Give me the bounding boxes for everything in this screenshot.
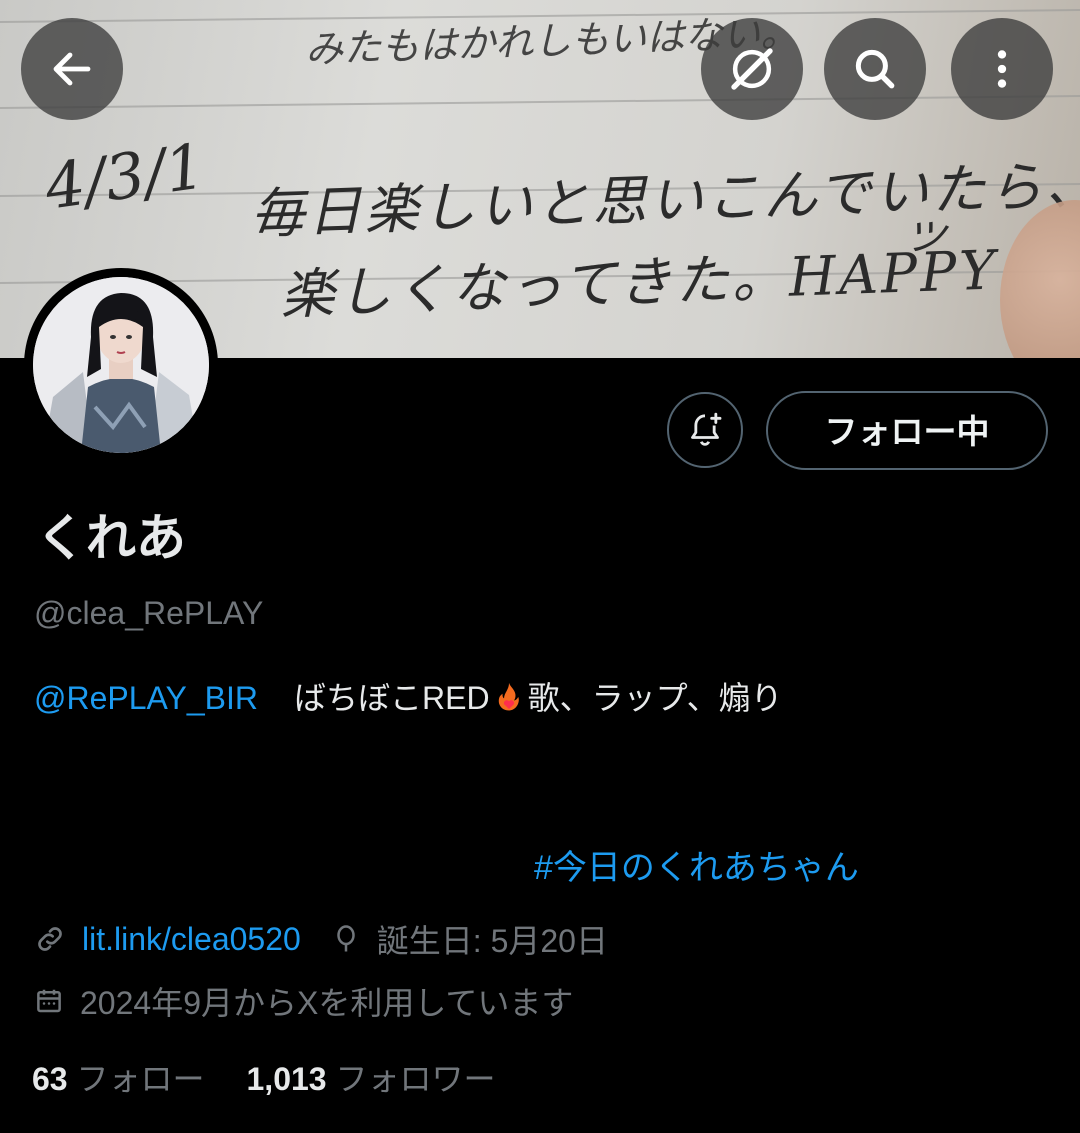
- following-label: フォロー: [76, 1061, 205, 1097]
- back-button[interactable]: [21, 18, 123, 120]
- search-icon: [855, 49, 895, 89]
- following-count: 63: [32, 1061, 68, 1097]
- balloon-icon: [337, 925, 355, 952]
- search-button[interactable]: [824, 18, 926, 120]
- bio: @RePLAY_BIR ばちぼこRED 歌、ラップ、煽り: [34, 673, 783, 719]
- profile-avatar[interactable]: [24, 268, 218, 462]
- joined-date-text: 2024年9月からXを利用しています: [80, 985, 574, 1021]
- bell-plus-icon: [691, 412, 722, 446]
- display-name: くれあ: [36, 509, 186, 567]
- grok-button[interactable]: [701, 18, 803, 120]
- username-handle: @clea_RePLAY: [34, 595, 264, 631]
- follow-stats: 63 フォロー 1,013 フォロワー: [32, 1054, 495, 1100]
- more-vertical-icon: [997, 50, 1007, 88]
- followers-label: フォロワー: [335, 1061, 496, 1097]
- birthday-text: 誕生日: 5月20日: [376, 923, 608, 959]
- bio-mention-link[interactable]: @RePLAY_BIR: [34, 680, 258, 716]
- avatar-image: [33, 277, 209, 453]
- fire-heart-icon: [498, 682, 519, 711]
- link-icon: [38, 927, 62, 951]
- profile-meta-row: lit.link/clea0520 誕生日: 5月20日: [34, 916, 608, 962]
- bio-text: 歌、ラップ、煽り: [527, 680, 783, 716]
- following-button[interactable]: フォロー中: [766, 391, 1048, 470]
- notify-button[interactable]: [667, 392, 743, 468]
- website-link[interactable]: lit.link/clea0520: [82, 921, 301, 958]
- calendar-icon: [37, 989, 61, 1013]
- grok-icon: [731, 48, 773, 90]
- bio-text: ばちぼこRED: [293, 680, 490, 716]
- profile-meta-row: 2024年9月からXを利用しています: [34, 978, 573, 1024]
- hashtag-link[interactable]: #今日のくれあちゃん: [534, 840, 859, 889]
- banner-smile: ツ: [901, 212, 948, 264]
- following-stat[interactable]: 63 フォロー: [32, 1061, 205, 1097]
- followers-count: 1,013: [246, 1061, 327, 1097]
- followers-stat[interactable]: 1,013 フォロワー: [247, 1061, 496, 1097]
- more-button[interactable]: [951, 18, 1053, 120]
- arrow-left-icon: [53, 52, 91, 86]
